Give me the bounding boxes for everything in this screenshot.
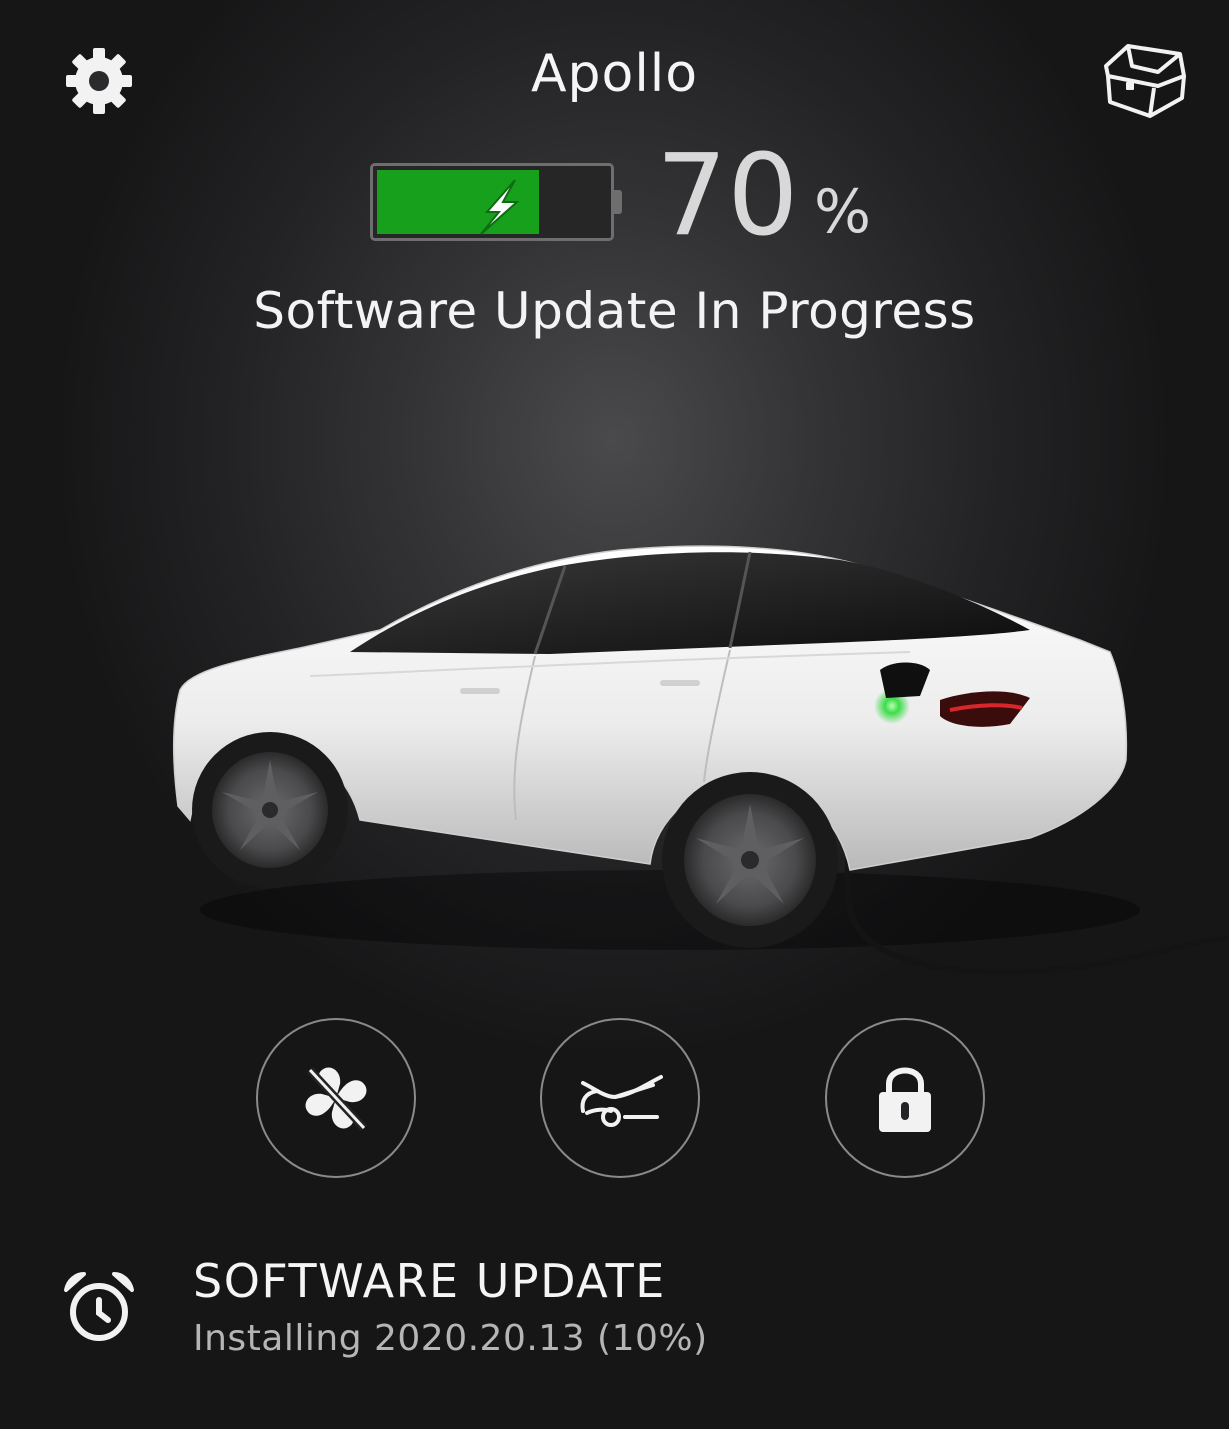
front-wheel	[192, 732, 348, 888]
open-trunk-icon	[580, 1075, 663, 1127]
software-update-progress: Installing 2020.20.13 (10%)	[193, 1318, 708, 1359]
lock-icon	[879, 1067, 931, 1132]
vehicle-image	[172, 545, 1229, 975]
frunk-button[interactable]	[1098, 36, 1190, 122]
software-update-title: SOFTWARE UPDATE	[193, 1254, 666, 1308]
charging-bolt-icon	[480, 179, 520, 235]
fan-off-icon	[305, 1067, 367, 1131]
trunk-button[interactable]	[540, 1018, 700, 1178]
vehicle-status-text: Software Update In Progress	[253, 282, 976, 340]
lock-button[interactable]	[825, 1018, 985, 1178]
climate-button[interactable]	[256, 1018, 416, 1178]
battery-terminal	[614, 190, 622, 214]
battery-percent-unit: %	[814, 177, 872, 247]
battery-percent-value: 70	[656, 131, 799, 261]
vehicle-name: Apollo	[530, 44, 699, 104]
frunk-chest-icon	[1104, 44, 1186, 118]
rear-wheel	[662, 772, 838, 948]
alarm-clock-icon	[62, 1270, 136, 1344]
battery-indicator	[368, 160, 630, 248]
battery-outline	[370, 163, 614, 241]
